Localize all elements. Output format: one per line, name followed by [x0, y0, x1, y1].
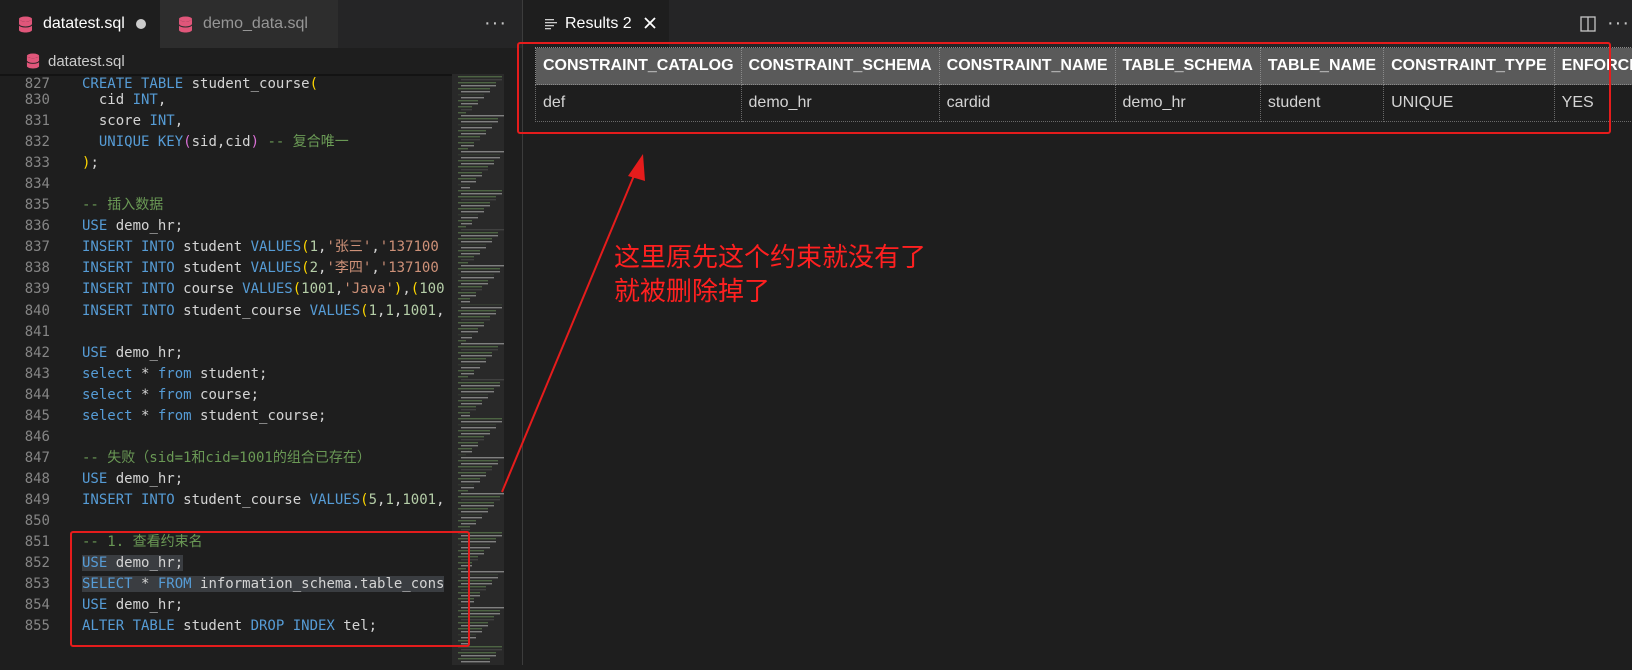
results-tab-bar: Results 2 ··· [523, 0, 1632, 48]
code-line[interactable]: select * from student; [82, 364, 267, 385]
more-actions-icon[interactable]: ··· [484, 12, 507, 35]
code-line[interactable]: USE demo_hr; [82, 216, 183, 237]
line-number-gutter: 8278308318328338348358368378388398408418… [0, 74, 60, 665]
code-line[interactable]: ); [82, 153, 99, 174]
annotation-text: 这里原先这个约束就没有了 就被删除掉了 [614, 240, 926, 308]
more-actions-icon[interactable]: ··· [1607, 12, 1630, 35]
line-number: 848 [0, 469, 50, 490]
code-line[interactable]: UNIQUE KEY(sid,cid) -- 复合唯一 [82, 132, 349, 153]
database-icon [178, 16, 193, 33]
line-number: 841 [0, 322, 50, 343]
line-number: 850 [0, 511, 50, 532]
line-number: 831 [0, 111, 50, 132]
code-line[interactable]: -- 插入数据 [82, 195, 163, 216]
line-number: 849 [0, 490, 50, 511]
line-number: 843 [0, 364, 50, 385]
vertical-scrollbar[interactable] [504, 74, 516, 665]
split-editor-icon[interactable] [1580, 16, 1596, 32]
line-number: 832 [0, 132, 50, 153]
annotation-line: 这里原先这个约束就没有了 [614, 240, 926, 274]
highlight-box-code [70, 531, 470, 647]
tab-demo-data-sql[interactable]: demo_data.sql [160, 0, 338, 48]
tab-results-2[interactable]: Results 2 [523, 0, 669, 48]
database-icon [18, 16, 33, 33]
line-number: 844 [0, 385, 50, 406]
code-line[interactable]: select * from course; [82, 385, 259, 406]
tab-datatest-sql[interactable]: datatest.sql [0, 0, 160, 48]
code-line[interactable]: INSERT INTO student_course VALUES(1,1,10… [82, 301, 445, 322]
unsaved-dot-icon[interactable] [136, 19, 146, 29]
code-line[interactable]: cid INT, [82, 90, 166, 111]
line-number: 853 [0, 574, 50, 595]
tab-label: datatest.sql [43, 15, 125, 33]
code-line[interactable]: INSERT INTO student VALUES(2,'李四','13710… [82, 258, 439, 279]
close-icon[interactable] [641, 14, 659, 32]
line-number: 837 [0, 237, 50, 258]
line-number: 834 [0, 174, 50, 195]
line-number: 833 [0, 153, 50, 174]
editor-tab-bar: datatest.sql demo_data.sql ··· [0, 0, 522, 48]
code-line[interactable]: -- 失败（sid=1和cid=1001的组合已存在） [82, 448, 371, 469]
line-number: 836 [0, 216, 50, 237]
line-number: 839 [0, 279, 50, 300]
tab-label: demo_data.sql [203, 15, 308, 33]
line-number: 845 [0, 406, 50, 427]
database-icon [26, 53, 40, 69]
line-number: 854 [0, 595, 50, 616]
line-number: 838 [0, 258, 50, 279]
code-line[interactable]: USE demo_hr; [82, 343, 183, 364]
line-number: 851 [0, 532, 50, 553]
line-number: 835 [0, 195, 50, 216]
line-number: 855 [0, 616, 50, 637]
scroll-shadow [0, 74, 452, 76]
results-pane: Results 2 ··· CONSTRAINT_CATALOGCONSTRAI… [523, 0, 1632, 665]
breadcrumb[interactable]: datatest.sql [0, 48, 522, 74]
line-number: 830 [0, 90, 50, 111]
code-line[interactable]: select * from student_course; [82, 406, 326, 427]
editor-pane: datatest.sql demo_data.sql ··· datatest.… [0, 0, 522, 665]
list-icon [545, 18, 557, 30]
code-line[interactable]: score INT, [82, 111, 183, 132]
tab-label: Results 2 [565, 15, 632, 33]
annotation-line: 就被删除掉了 [614, 274, 926, 308]
code-line[interactable]: USE demo_hr; [82, 469, 183, 490]
breadcrumb-file: datatest.sql [48, 53, 125, 70]
line-number: 852 [0, 553, 50, 574]
line-number: 846 [0, 427, 50, 448]
line-number: 842 [0, 343, 50, 364]
highlight-box-results [517, 42, 1611, 134]
line-number: 847 [0, 448, 50, 469]
code-line[interactable]: INSERT INTO student VALUES(1,'张三','13710… [82, 237, 439, 258]
code-line[interactable]: INSERT INTO course VALUES(1001,'Java'),(… [82, 279, 445, 300]
code-line[interactable]: INSERT INTO student_course VALUES(5,1,10… [82, 490, 445, 511]
line-number: 840 [0, 301, 50, 322]
